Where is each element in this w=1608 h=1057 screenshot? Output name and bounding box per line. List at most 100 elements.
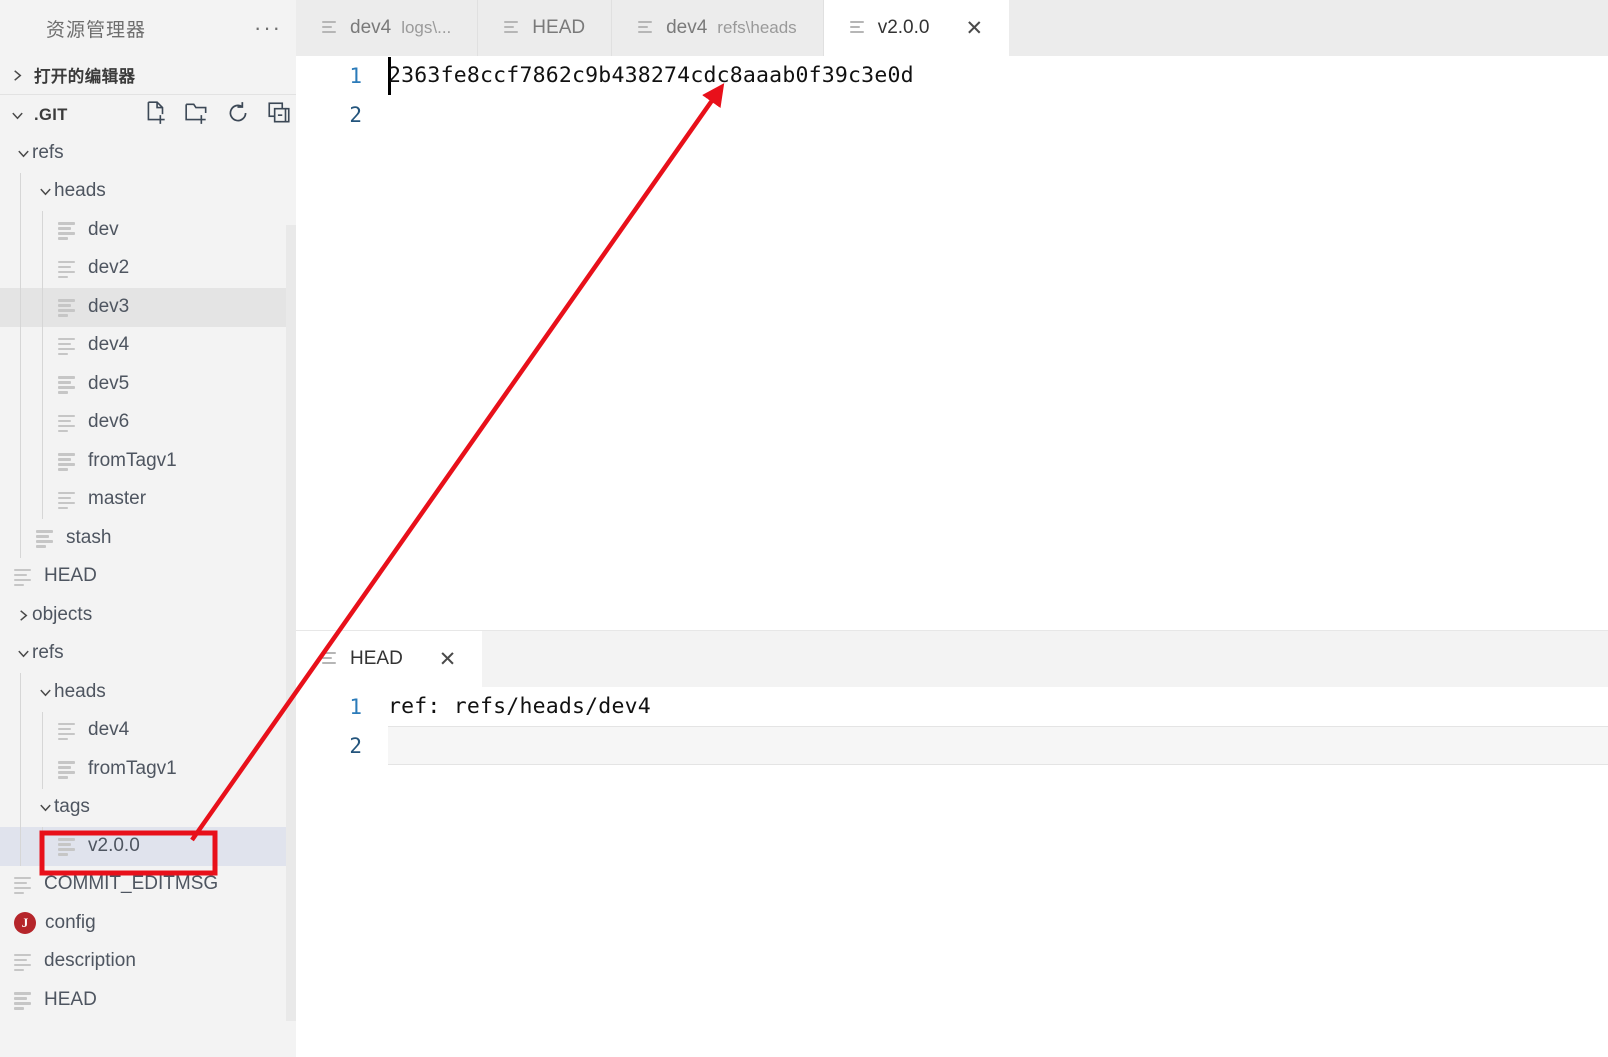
tree-indent-guide: [20, 172, 21, 211]
chevron-right-icon: [14, 608, 32, 623]
editor-pane-bottom[interactable]: 1 ref: refs/heads/dev4 2: [296, 687, 1608, 1057]
sidebar-section-git[interactable]: .GIT: [0, 94, 296, 134]
editor-tab[interactable]: dev4 logs\...: [296, 0, 479, 56]
tree-item-label: v2.0.0: [88, 834, 140, 856]
tree-item-label: heads: [54, 180, 106, 202]
tree-file-row[interactable]: stash: [0, 519, 296, 558]
tree-indent-guide: [42, 326, 43, 365]
file-lines-icon: [58, 760, 80, 779]
close-icon[interactable]: ✕: [439, 649, 457, 670]
tab-label: HEAD: [350, 648, 403, 669]
tree-indent-guide: [20, 403, 21, 442]
tree-file-row[interactable]: COMMIT_EDITMSG: [0, 866, 296, 905]
tree-item-label: config: [45, 911, 96, 933]
tree-file-row[interactable]: dev2: [0, 249, 296, 288]
tree-indent-guide: [20, 365, 21, 404]
file-lines-icon: [322, 651, 340, 667]
chevron-down-icon: [36, 685, 54, 700]
tree-folder-row[interactable]: heads: [0, 673, 296, 712]
vscode-window: 资源管理器 ··· 打开的编辑器 .GIT refs heads dev dev…: [0, 0, 1608, 1057]
editor-tabbar-top[interactable]: dev4 logs\... HEAD dev4 refs\heads v2.0.0 ✕: [296, 0, 1608, 56]
tree-indent-guide: [42, 249, 43, 288]
tree-file-row[interactable]: dev3: [0, 288, 296, 327]
chevron-right-icon: [8, 68, 26, 83]
refresh-icon[interactable]: [225, 100, 251, 131]
tree-folder-row[interactable]: refs: [0, 134, 296, 173]
tree-file-row[interactable]: HEAD: [0, 981, 296, 1020]
editor-tab[interactable]: HEAD ✕: [296, 631, 483, 687]
tree-file-row[interactable]: dev4: [0, 711, 296, 750]
tree-file-row[interactable]: fromTagv1: [0, 442, 296, 481]
tree-indent-guide: [20, 288, 21, 327]
tree-indent-guide: [20, 673, 21, 712]
tree-folder-row[interactable]: tags: [0, 788, 296, 827]
tree-item-label: dev6: [88, 411, 130, 433]
new-file-icon[interactable]: [143, 100, 169, 131]
tree-file-row[interactable]: dev5: [0, 365, 296, 404]
editor-line[interactable]: 2: [296, 726, 1608, 765]
editor-tab[interactable]: v2.0.0 ✕: [823, 0, 1010, 56]
code-text: ref: refs/heads/dev4: [388, 694, 651, 719]
editor-pane-top[interactable]: 1 2363fe8ccf7862c9b438274cdc8aaab0f39c3e0…: [296, 56, 1608, 630]
editor-tab[interactable]: HEAD: [478, 0, 613, 56]
tab-label: HEAD: [532, 17, 586, 38]
tree-item-label: dev4: [88, 719, 130, 741]
tree-item-label: fromTagv1: [88, 449, 177, 471]
file-lines-icon: [58, 491, 80, 510]
tree-file-row[interactable]: HEAD: [0, 558, 296, 597]
chevron-down-icon: [14, 146, 32, 161]
sidebar-section-open-editors[interactable]: 打开的编辑器: [0, 56, 296, 94]
file-lines-icon: [14, 991, 36, 1010]
current-line-highlight: [388, 726, 1608, 765]
tree-item-label: dev5: [88, 372, 130, 394]
tree-item-label: dev4: [88, 334, 130, 356]
chevron-down-icon: [36, 184, 54, 199]
file-lines-icon: [58, 221, 80, 240]
tree-file-row[interactable]: fromTagv1: [0, 750, 296, 789]
file-lines-icon: [14, 568, 36, 587]
editor-line[interactable]: 1 ref: refs/heads/dev4: [296, 687, 1608, 726]
more-actions-icon[interactable]: ···: [254, 17, 282, 39]
tree-indent-guide: [20, 788, 21, 827]
tree-file-row[interactable]: dev: [0, 211, 296, 250]
file-lines-icon: [58, 722, 80, 741]
tree-file-row[interactable]: description: [0, 943, 296, 982]
sidebar-scrollbar[interactable]: [286, 225, 296, 1021]
tree-item-label: heads: [54, 680, 106, 702]
chevron-down-icon: [8, 108, 26, 123]
tree-indent-guide: [42, 403, 43, 442]
tab-label: v2.0.0: [877, 17, 930, 38]
tree-indent-guide: [20, 750, 21, 789]
file-lines-icon: [58, 837, 80, 856]
collapse-all-icon[interactable]: [266, 100, 292, 131]
tree-indent-guide: [20, 519, 21, 558]
editor-line[interactable]: 2: [296, 95, 1608, 134]
tree-folder-row[interactable]: refs: [0, 635, 296, 674]
tree-file-row[interactable]: dev6: [0, 403, 296, 442]
editor-line[interactable]: 1 2363fe8ccf7862c9b438274cdc8aaab0f39c3e0…: [296, 56, 1608, 95]
editor-tabbar-bottom[interactable]: HEAD ✕: [296, 631, 1608, 687]
chevron-down-icon: [36, 800, 54, 815]
file-lines-icon: [14, 953, 36, 972]
tree-indent-guide: [20, 442, 21, 481]
file-lines-icon: [58, 298, 80, 317]
editor-area: dev4 logs\... HEAD dev4 refs\heads v2.0.0 ✕ 1 2…: [296, 0, 1608, 1057]
tree-file-row[interactable]: v2.0.0: [0, 827, 296, 866]
new-folder-icon[interactable]: [184, 100, 210, 131]
tree-file-row[interactable]: dev4: [0, 326, 296, 365]
tree-indent-guide: [20, 211, 21, 250]
tree-item-label: dev3: [88, 295, 130, 317]
tree-file-row[interactable]: master: [0, 480, 296, 519]
line-number: 2: [349, 733, 362, 758]
close-icon[interactable]: ✕: [965, 18, 983, 39]
tree-folder-row[interactable]: objects: [0, 596, 296, 635]
tree-item-label: dev: [88, 218, 119, 240]
tree-folder-row[interactable]: heads: [0, 172, 296, 211]
tree-item-label: dev2: [88, 257, 130, 279]
tree-indent-guide: [42, 211, 43, 250]
editor-tab[interactable]: dev4 refs\heads: [612, 0, 824, 56]
file-tree[interactable]: refs heads dev dev2 dev3 dev4 dev5 dev6 fromTagv…: [0, 134, 296, 1020]
tree-indent-guide: [20, 827, 21, 866]
git-folder-label: .GIT: [34, 105, 68, 124]
tree-file-row[interactable]: Jconfig: [0, 904, 296, 943]
